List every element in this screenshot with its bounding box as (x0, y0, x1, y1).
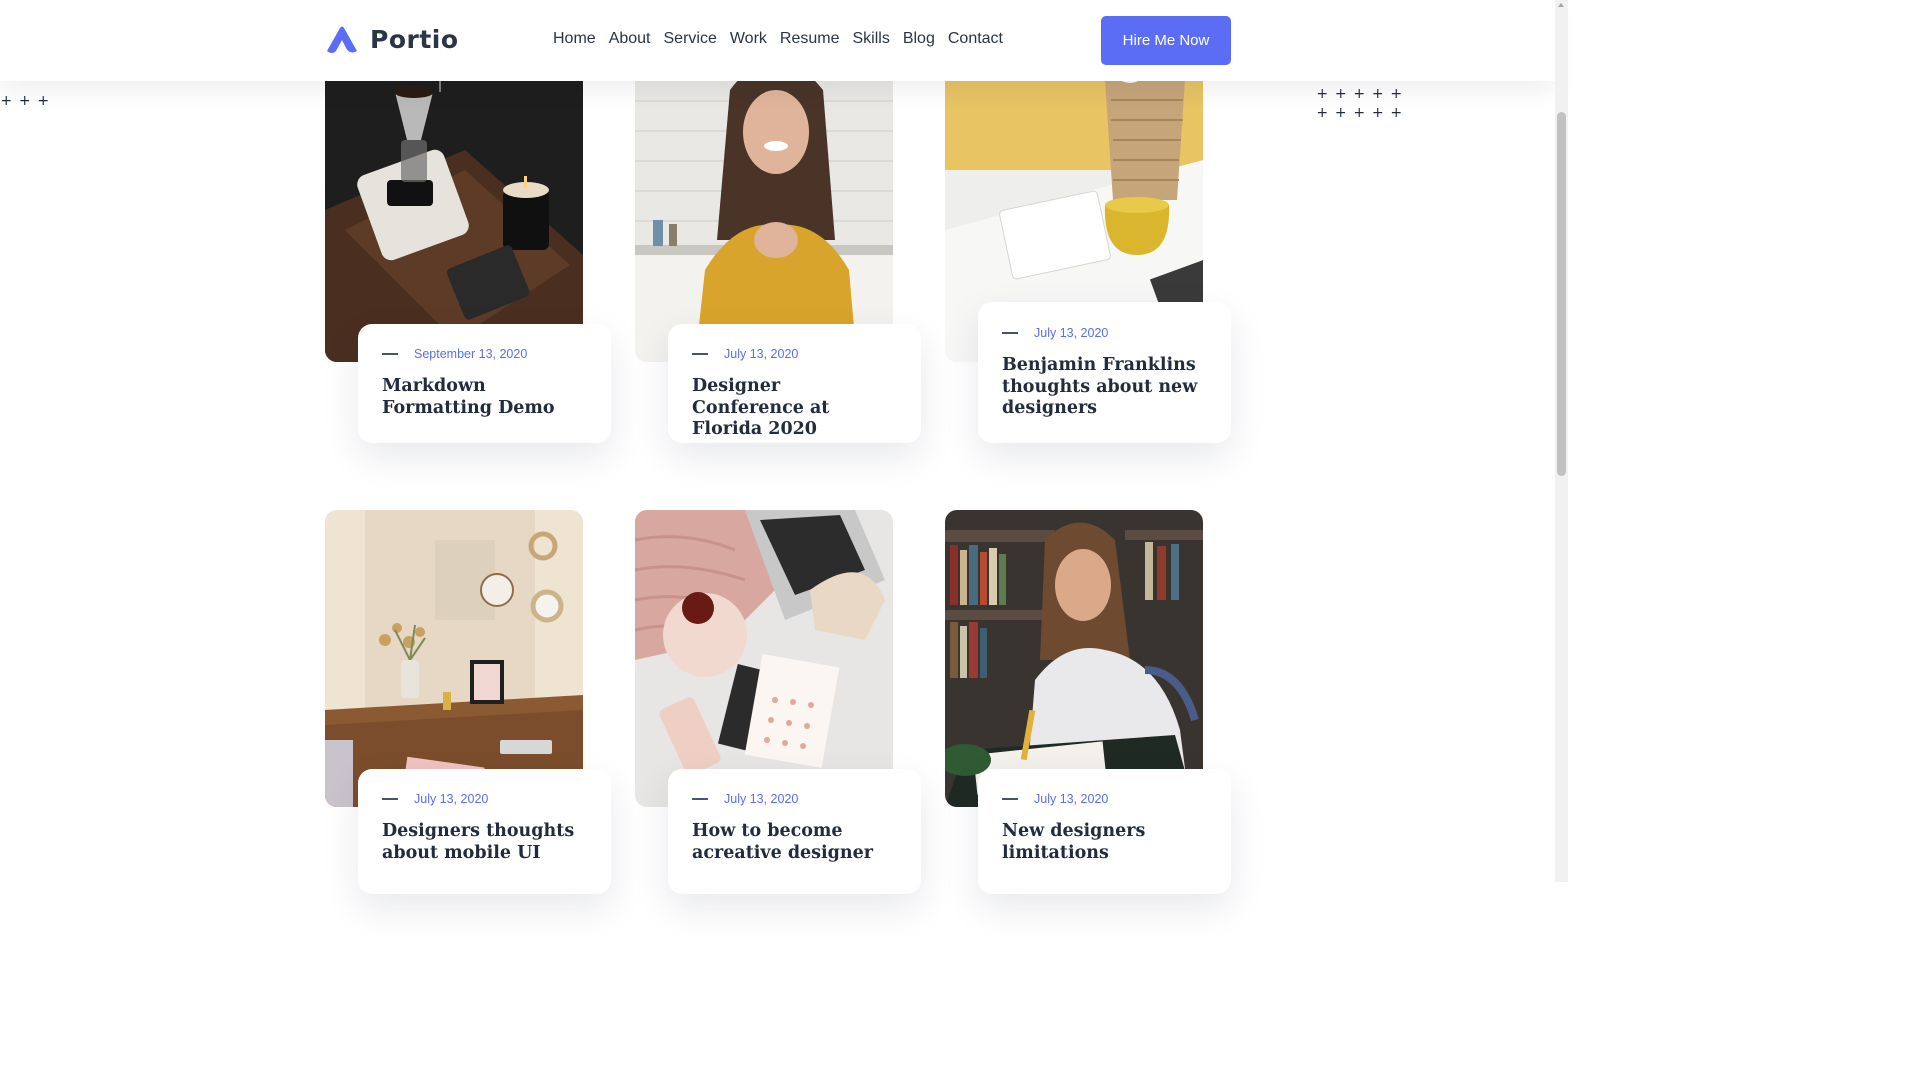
plus-pattern-right: + + + + + + + + + + (1316, 86, 1403, 121)
scroll-up-arrow-icon[interactable] (1558, 3, 1564, 7)
post-meta: July 13, 2020 (1002, 790, 1207, 808)
post-content: September 13, 2020 Markdown Formatting D… (358, 324, 611, 443)
date-dash (382, 353, 398, 355)
post-meta: September 13, 2020 (382, 345, 587, 363)
nav-work[interactable]: Work (730, 30, 767, 48)
page-scrollbar[interactable] (1555, 0, 1568, 882)
post-title[interactable]: Benjamin Franklins thoughts about new de… (1002, 355, 1207, 420)
nav-contact[interactable]: Contact (948, 30, 1003, 48)
post-title[interactable]: Markdown Formatting Demo (382, 376, 587, 419)
post-content: July 13, 2020 New designers limitations (978, 769, 1231, 894)
date-dash (692, 798, 708, 800)
post-image[interactable] (325, 510, 583, 807)
site-header: Portio Home About Service Work Resume Sk… (0, 0, 1555, 81)
post-meta: July 13, 2020 (382, 790, 587, 808)
main-nav: Home About Service Work Resume Skills Bl… (553, 30, 1003, 48)
nav-blog[interactable]: Blog (903, 30, 935, 48)
nav-skills[interactable]: Skills (852, 30, 889, 48)
scrollbar-thumb[interactable] (1557, 112, 1566, 476)
post-image[interactable] (635, 510, 893, 807)
post-image[interactable] (635, 40, 893, 362)
post-date: July 13, 2020 (724, 792, 799, 806)
nav-resume[interactable]: Resume (780, 30, 840, 48)
post-date: July 13, 2020 (724, 347, 799, 361)
post-image[interactable] (325, 40, 583, 362)
post-date: September 13, 2020 (414, 347, 528, 361)
post-title[interactable]: Designers thoughts about mobile UI (382, 821, 587, 864)
logo-icon (327, 26, 357, 53)
post-content: July 13, 2020 Designer Conference at Flo… (668, 324, 921, 443)
post-meta: July 13, 2020 (692, 790, 897, 808)
post-title[interactable]: How to become acreative designer (692, 821, 897, 864)
hire-me-button[interactable]: Hire Me Now (1101, 16, 1231, 65)
post-meta: July 13, 2020 (1002, 324, 1207, 342)
post-content: July 13, 2020 Designers thoughts about m… (358, 769, 611, 894)
date-dash (1002, 332, 1018, 334)
nav-home[interactable]: Home (553, 30, 596, 48)
nav-about[interactable]: About (609, 30, 651, 48)
brand-name: Portio (370, 24, 459, 54)
post-date: July 13, 2020 (1034, 326, 1109, 340)
post-content: July 13, 2020 Benjamin Franklins thought… (978, 302, 1231, 443)
date-dash (692, 353, 708, 355)
date-dash (1002, 798, 1018, 800)
date-dash (382, 798, 398, 800)
post-title[interactable]: Designer Conference at Florida 2020 (692, 376, 897, 441)
brand-logo[interactable]: Portio (325, 24, 459, 54)
post-date: July 13, 2020 (414, 792, 489, 806)
post-content: July 13, 2020 How to become acreative de… (668, 769, 921, 894)
nav-service[interactable]: Service (664, 30, 717, 48)
post-title[interactable]: New designers limitations (1002, 821, 1207, 864)
post-date: July 13, 2020 (1034, 792, 1109, 806)
post-meta: July 13, 2020 (692, 345, 897, 363)
post-image[interactable] (945, 510, 1203, 807)
